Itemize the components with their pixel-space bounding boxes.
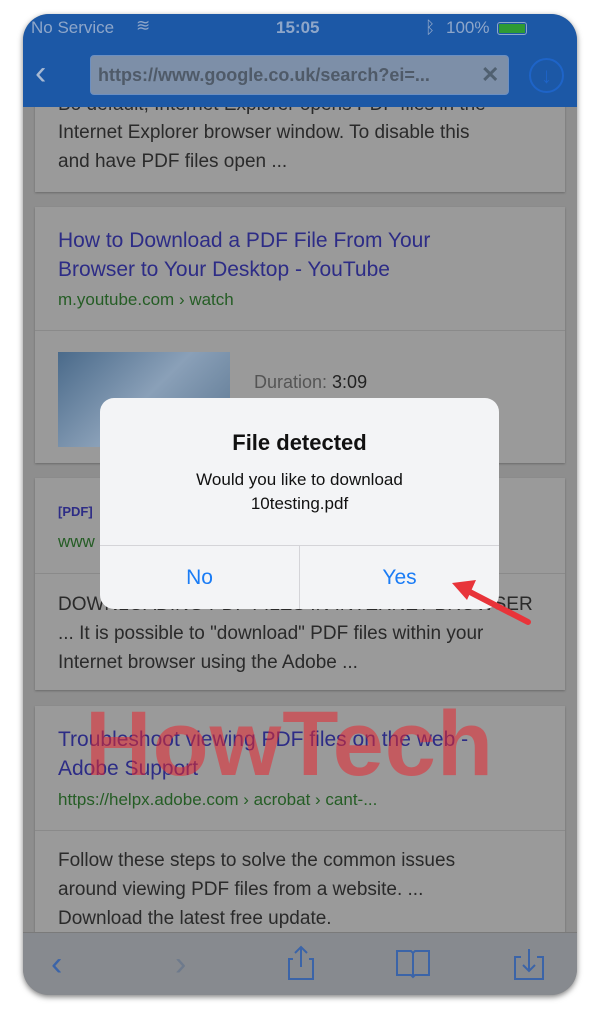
annotation-arrow xyxy=(452,580,531,625)
